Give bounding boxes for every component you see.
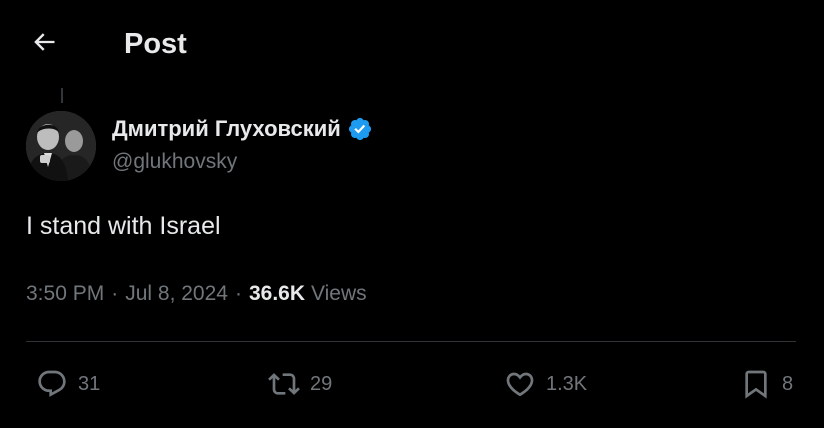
bookmark-icon xyxy=(745,370,767,399)
reply-icon xyxy=(38,370,66,397)
views-label: Views xyxy=(311,282,367,305)
post-page: Post Дмитрий Глуховский @glukhovsky I st… xyxy=(0,0,824,428)
post-text: I stand with Israel xyxy=(26,212,221,240)
divider xyxy=(26,341,796,342)
verified-badge-icon xyxy=(347,116,373,142)
meta-separator: · xyxy=(111,282,119,305)
post-meta: 3:50 PM · Jul 8, 2024 · 36.6K Views xyxy=(26,279,367,309)
bookmark-count: 8 xyxy=(782,372,794,395)
repost-button[interactable]: 29 xyxy=(268,364,332,404)
thread-connector-line xyxy=(61,88,63,103)
header: Post xyxy=(0,0,824,88)
heart-icon xyxy=(506,372,534,397)
repost-icon xyxy=(268,373,300,395)
views-count: 36.6K xyxy=(248,282,306,305)
author-name[interactable]: Дмитрий Глуховский xyxy=(112,116,341,142)
post-date[interactable]: Jul 8, 2024 xyxy=(125,279,228,309)
author-handle[interactable]: @glukhovsky xyxy=(112,150,237,174)
meta-separator: · xyxy=(234,282,242,305)
arrow-left-icon xyxy=(34,33,55,51)
reply-count: 31 xyxy=(78,372,101,395)
author-name-row[interactable]: Дмитрий Глуховский xyxy=(112,114,373,144)
like-button[interactable]: 1.3K xyxy=(504,364,587,404)
back-button[interactable] xyxy=(22,22,66,62)
like-count: 1.3K xyxy=(546,372,588,395)
reply-button[interactable]: 31 xyxy=(36,364,100,404)
post-time[interactable]: 3:50 PM xyxy=(26,279,104,309)
page-title: Post xyxy=(124,28,187,60)
repost-count: 29 xyxy=(310,372,333,395)
bookmark-button[interactable]: 8 xyxy=(740,364,793,404)
avatar-photo xyxy=(26,111,96,181)
avatar[interactable] xyxy=(26,111,96,181)
